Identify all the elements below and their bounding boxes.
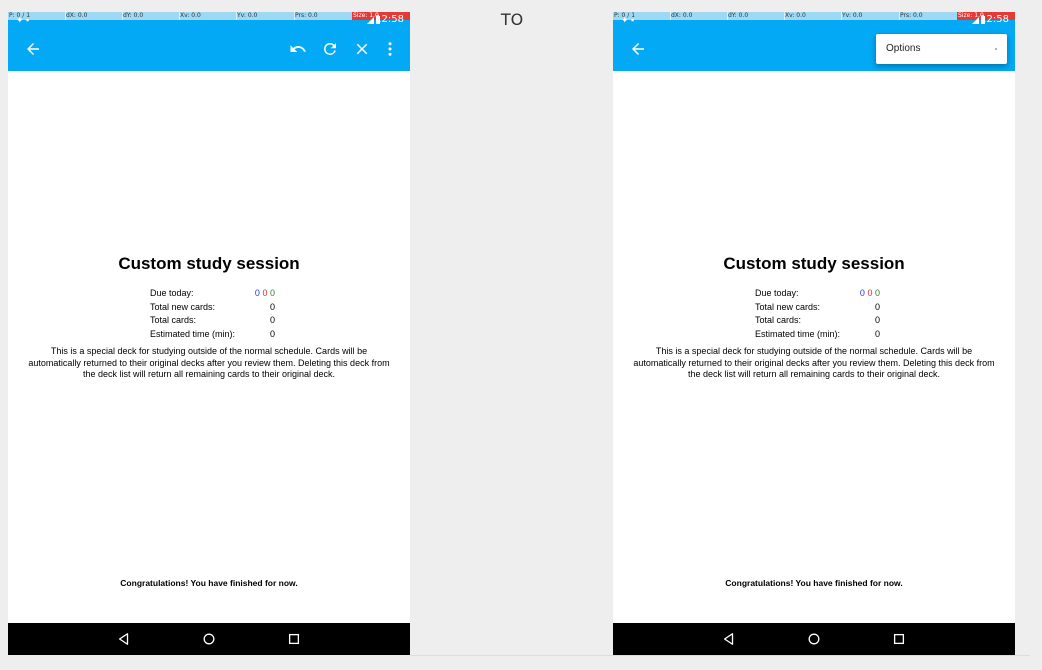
est-time-label: Estimated time (min):	[150, 328, 236, 339]
stat-row-est-time: Estimated time (min): 0	[150, 329, 275, 343]
total-new-value: 0	[269, 301, 275, 312]
pointer-dy: dY: 0.0	[728, 12, 749, 19]
screen-after: P: 0 / 1 dX: 0.0 dY: 0.0 Xv: 0.0 Yv: 0.0…	[613, 12, 1015, 655]
nav-recents-button[interactable]	[891, 631, 907, 647]
due-review-count: 0	[269, 288, 275, 298]
nav-back-button[interactable]	[116, 631, 132, 647]
pointer-pressure: Prs: 0.0	[295, 12, 318, 19]
more-vert-icon	[388, 42, 392, 56]
undo-icon	[290, 45, 306, 52]
nav-home-button[interactable]	[201, 631, 217, 647]
bottom-divider	[410, 655, 1030, 656]
refresh-icon	[324, 42, 336, 55]
est-time-value: 0	[874, 328, 880, 339]
back-button[interactable]	[20, 36, 46, 62]
total-new-label: Total new cards:	[150, 301, 216, 312]
nav-home-icon	[808, 633, 820, 645]
empty-deck-button[interactable]	[349, 36, 375, 62]
stat-row-est-time: Estimated time (min): 0	[755, 329, 880, 343]
more-options-button[interactable]	[377, 36, 403, 62]
deck-stats: Due today: 0 0 0 Total new cards: 0 Tota…	[755, 288, 880, 342]
stat-row-due-today: Due today: 0 0 0	[755, 288, 880, 302]
menu-item-label: Options	[886, 43, 921, 54]
deck-title: Custom study session	[118, 254, 300, 273]
system-nav-bar	[613, 623, 1015, 655]
pointer-xv: Xv: 0.0	[180, 12, 201, 19]
nav-home-button[interactable]	[806, 631, 822, 647]
close-icon	[356, 43, 368, 55]
screen-before: P: 0 / 1 dX: 0.0 dY: 0.0 Xv: 0.0 Yv: 0.0…	[8, 12, 410, 655]
nav-recents-button[interactable]	[286, 631, 302, 647]
nav-recents-icon	[893, 633, 905, 645]
status-bar: P: 0 / 1 dX: 0.0 dY: 0.0 Xv: 0.0 Yv: 0.0…	[613, 12, 1015, 26]
nav-recents-icon	[288, 633, 300, 645]
back-button[interactable]	[625, 36, 651, 62]
arrow-left-icon	[27, 43, 39, 55]
notification-icons: ✦ ▪	[16, 15, 30, 25]
study-options-content: Custom study session Due today: 0 0 0 To…	[8, 71, 410, 623]
overflow-menu: Options	[876, 34, 1007, 64]
stat-row-total-new: Total new cards: 0	[755, 302, 880, 316]
submenu-indicator-icon	[995, 48, 997, 50]
status-time: 12:58	[375, 14, 404, 25]
notification-icons: ✦ ▪	[621, 15, 635, 25]
total-cards-label: Total cards:	[755, 315, 802, 325]
pointer-yv: Yv: 0.0	[237, 12, 258, 19]
total-new-value: 0	[874, 301, 880, 312]
due-today-value: 0 0 0	[860, 288, 880, 298]
stat-row-total-new: Total new cards: 0	[150, 302, 275, 316]
congrats-message: Congratulations! You have finished for n…	[725, 578, 903, 588]
undo-button[interactable]	[285, 36, 311, 62]
total-cards-label: Total cards:	[150, 315, 197, 325]
est-time-value: 0	[269, 328, 275, 339]
deck-description: This is a special deck for studying outs…	[28, 346, 390, 379]
pointer-yv: Yv: 0.0	[842, 12, 863, 19]
deck-description: This is a special deck for studying outs…	[633, 346, 995, 379]
app-toolbar	[8, 26, 410, 71]
deck-stats: Due today: 0 0 0 Total new cards: 0 Tota…	[150, 288, 275, 342]
est-time-label: Estimated time (min):	[755, 328, 841, 339]
total-new-label: Total new cards:	[755, 301, 821, 312]
nav-home-icon	[203, 633, 215, 645]
stat-row-due-today: Due today: 0 0 0	[150, 288, 275, 302]
due-today-label: Due today:	[150, 288, 194, 298]
total-cards-value: 0	[269, 315, 275, 325]
stat-row-total-cards: Total cards: 0	[755, 315, 880, 329]
pointer-pressure: Prs: 0.0	[900, 12, 923, 19]
rebuild-button[interactable]	[317, 36, 343, 62]
signal-icon	[367, 17, 374, 24]
due-learn-count: 0	[262, 288, 268, 298]
pointer-dx: dX: 0.0	[671, 12, 693, 19]
due-new-count: 0	[254, 288, 260, 298]
status-time: 12:58	[980, 14, 1009, 25]
nav-back-button[interactable]	[721, 631, 737, 647]
stat-row-total-cards: Total cards: 0	[150, 315, 275, 329]
due-learn-count: 0	[867, 288, 873, 298]
due-today-label: Due today:	[755, 288, 799, 298]
pointer-location-overlay: P: 0 / 1 dX: 0.0 dY: 0.0 Xv: 0.0 Yv: 0.0…	[613, 12, 1015, 20]
study-options-content: Custom study session Due today: 0 0 0 To…	[613, 71, 1015, 623]
pointer-dy: dY: 0.0	[123, 12, 144, 19]
nav-back-icon	[723, 633, 734, 645]
transition-label: TO	[500, 10, 524, 29]
nav-back-icon	[118, 633, 129, 645]
due-today-value: 0 0 0	[255, 288, 275, 298]
pointer-location-overlay: P: 0 / 1 dX: 0.0 dY: 0.0 Xv: 0.0 Yv: 0.0…	[8, 12, 410, 20]
pointer-xv: Xv: 0.0	[785, 12, 806, 19]
total-cards-value: 0	[874, 315, 880, 325]
menu-item-options[interactable]: Options	[876, 34, 1007, 64]
due-review-count: 0	[874, 288, 880, 298]
status-bar: P: 0 / 1 dX: 0.0 dY: 0.0 Xv: 0.0 Yv: 0.0…	[8, 12, 410, 26]
congrats-message: Congratulations! You have finished for n…	[120, 578, 298, 588]
system-nav-bar	[8, 623, 410, 655]
due-new-count: 0	[859, 288, 865, 298]
deck-title: Custom study session	[723, 254, 905, 273]
signal-icon	[972, 17, 979, 24]
pointer-dx: dX: 0.0	[66, 12, 88, 19]
arrow-left-icon	[632, 43, 644, 55]
